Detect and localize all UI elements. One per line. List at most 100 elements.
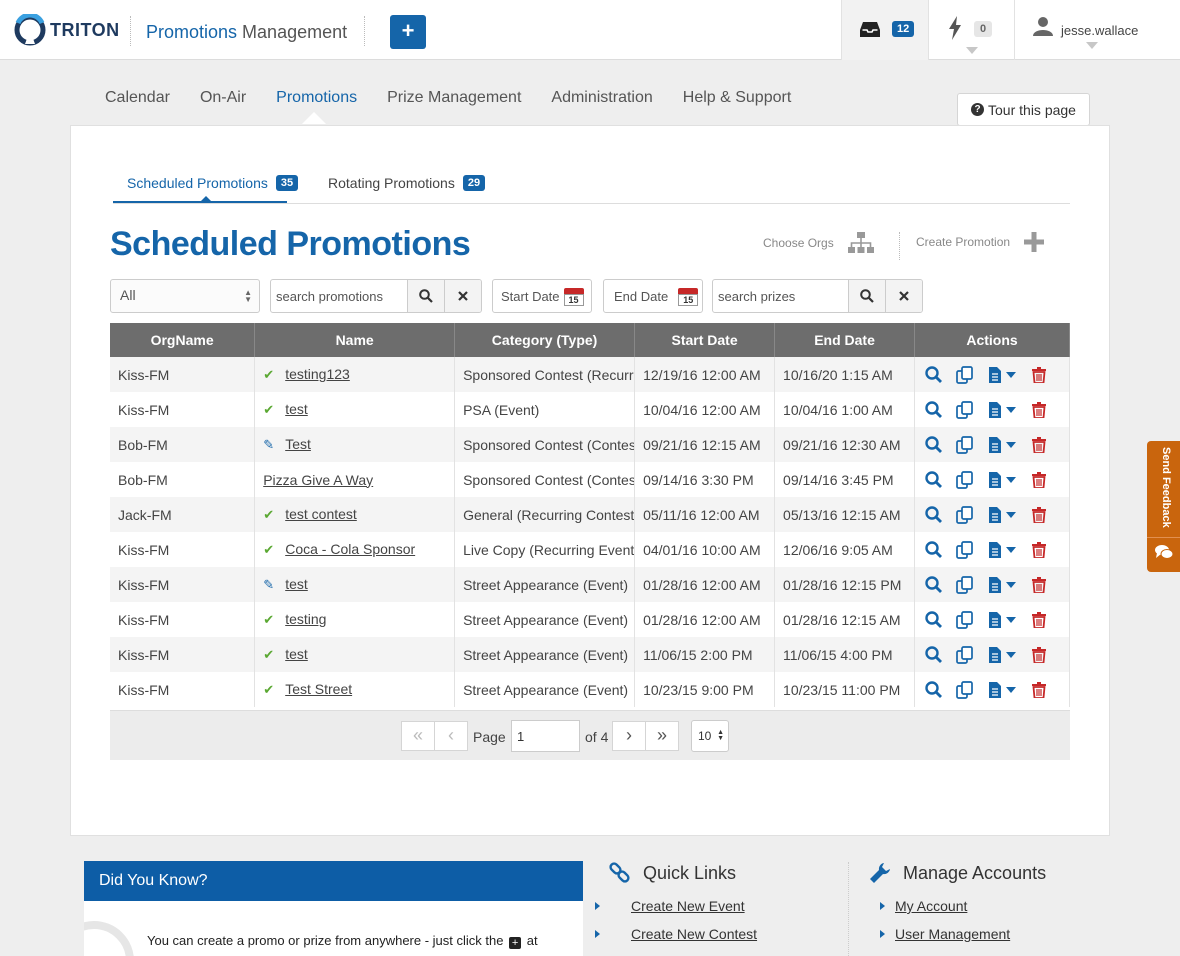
promotion-name-link[interactable]: Pizza Give A Way bbox=[263, 472, 373, 488]
document-menu-icon[interactable] bbox=[988, 681, 1018, 698]
search-prizes-button[interactable] bbox=[848, 280, 885, 312]
next-page-button[interactable]: › bbox=[612, 721, 646, 751]
copy-icon[interactable] bbox=[956, 575, 974, 594]
user-management-link[interactable]: User Management bbox=[895, 926, 1010, 942]
view-icon[interactable] bbox=[925, 576, 943, 593]
document-menu-icon[interactable] bbox=[988, 471, 1018, 488]
copy-icon[interactable] bbox=[956, 505, 974, 524]
column-header-end-date[interactable]: End Date bbox=[774, 323, 916, 357]
promotion-name-link[interactable]: Test bbox=[285, 436, 311, 452]
view-icon[interactable] bbox=[925, 436, 943, 453]
nav-help-support[interactable]: Help & Support bbox=[683, 89, 792, 107]
trash-icon[interactable] bbox=[1032, 366, 1047, 383]
bottom-divider bbox=[848, 862, 849, 956]
trash-icon[interactable] bbox=[1032, 681, 1047, 698]
calendar-icon[interactable]: 15 bbox=[563, 286, 584, 306]
active-tab-underline bbox=[113, 201, 287, 203]
promotion-name-link[interactable]: testing123 bbox=[285, 366, 350, 382]
page-size-select[interactable]: 10 ▲ ▼ bbox=[691, 720, 729, 752]
document-menu-icon[interactable] bbox=[988, 436, 1018, 453]
send-feedback-tab[interactable]: Send Feedback bbox=[1147, 441, 1180, 572]
clear-prizes-button[interactable] bbox=[885, 280, 922, 312]
view-icon[interactable] bbox=[925, 541, 943, 558]
tab-scheduled-promotions[interactable]: Scheduled Promotions 35 bbox=[127, 175, 299, 191]
nav-on-air[interactable]: On-Air bbox=[200, 89, 246, 107]
cell-org: Kiss-FM bbox=[110, 392, 256, 427]
document-menu-icon[interactable] bbox=[988, 576, 1018, 593]
tab-rotating-promotions[interactable]: Rotating Promotions 29 bbox=[328, 175, 486, 191]
start-date-field[interactable]: Start Date 15 bbox=[492, 279, 592, 313]
clear-promotions-button[interactable] bbox=[444, 280, 481, 312]
view-icon[interactable] bbox=[925, 401, 943, 418]
trash-icon[interactable] bbox=[1032, 436, 1047, 453]
last-page-button[interactable]: » bbox=[645, 721, 679, 751]
inbox-menu[interactable]: 12 bbox=[841, 0, 928, 60]
copy-icon[interactable] bbox=[956, 470, 974, 489]
column-header-orgname[interactable]: OrgName bbox=[110, 323, 256, 357]
trash-icon[interactable] bbox=[1032, 576, 1047, 593]
promotion-name-link[interactable]: test bbox=[285, 576, 308, 592]
promotion-name-link[interactable]: Coca - Cola Sponsor bbox=[285, 541, 415, 557]
create-new-contest-link[interactable]: Create New Contest bbox=[631, 926, 757, 942]
copy-icon[interactable] bbox=[956, 540, 974, 559]
my-account-link[interactable]: My Account bbox=[895, 898, 967, 914]
alerts-menu[interactable]: 0 bbox=[928, 0, 1014, 60]
promotion-name-link[interactable]: Test Street bbox=[285, 681, 352, 697]
trash-icon[interactable] bbox=[1032, 646, 1047, 663]
end-date-field[interactable]: End Date 15 bbox=[603, 279, 703, 313]
document-menu-icon[interactable] bbox=[988, 646, 1018, 663]
calendar-icon[interactable]: 15 bbox=[678, 286, 699, 306]
nav-promotions[interactable]: Promotions bbox=[276, 89, 357, 107]
promotion-name-link[interactable]: test bbox=[285, 401, 308, 417]
column-header-category[interactable]: Category (Type) bbox=[454, 323, 636, 357]
column-header-name[interactable]: Name bbox=[254, 323, 456, 357]
view-icon[interactable] bbox=[925, 366, 943, 383]
trash-icon[interactable] bbox=[1032, 506, 1047, 523]
cell-actions bbox=[914, 462, 1070, 497]
search-prizes-input[interactable]: search prizes bbox=[713, 280, 848, 312]
column-header-start-date[interactable]: Start Date bbox=[634, 323, 776, 357]
nav-calendar[interactable]: Calendar bbox=[105, 89, 170, 107]
promotion-name-link[interactable]: test bbox=[285, 646, 308, 662]
trash-icon[interactable] bbox=[1032, 611, 1047, 628]
document-menu-icon[interactable] bbox=[988, 611, 1018, 628]
first-page-button[interactable]: « bbox=[401, 721, 435, 751]
user-menu[interactable]: jesse.wallace bbox=[1014, 0, 1180, 60]
cell-category: Street Appearance (Event) bbox=[454, 637, 636, 672]
previous-page-button[interactable]: ‹ bbox=[434, 721, 468, 751]
copy-icon[interactable] bbox=[956, 435, 974, 454]
create-promotion-button[interactable]: Create Promotion bbox=[916, 232, 1045, 252]
triton-logo[interactable]: TRITON bbox=[14, 14, 120, 46]
view-icon[interactable] bbox=[925, 646, 943, 663]
quick-add-button[interactable]: + bbox=[390, 15, 426, 49]
page-number-input[interactable]: 1 bbox=[511, 720, 580, 752]
table-row: Bob-FM ✎ Test Sponsored Contest (Contest) 09… bbox=[110, 427, 1070, 462]
document-menu-icon[interactable] bbox=[988, 506, 1018, 523]
create-new-event-link[interactable]: Create New Event bbox=[631, 898, 745, 914]
document-menu-icon[interactable] bbox=[988, 366, 1018, 383]
view-icon[interactable] bbox=[925, 471, 943, 488]
nav-prize-management[interactable]: Prize Management bbox=[387, 89, 521, 107]
tour-page-button[interactable]: ? Tour this page bbox=[957, 93, 1090, 126]
view-icon[interactable] bbox=[925, 611, 943, 628]
promotion-name-link[interactable]: test contest bbox=[285, 506, 357, 522]
trash-icon[interactable] bbox=[1032, 541, 1047, 558]
trash-icon[interactable] bbox=[1032, 471, 1047, 488]
copy-icon[interactable] bbox=[956, 400, 974, 419]
document-menu-icon[interactable] bbox=[988, 401, 1018, 418]
search-promotions-input[interactable]: search promotions bbox=[271, 280, 407, 312]
document-menu-icon[interactable] bbox=[988, 541, 1018, 558]
search-promotions-button[interactable] bbox=[407, 280, 444, 312]
nav-administration[interactable]: Administration bbox=[551, 89, 652, 107]
copy-icon[interactable] bbox=[956, 610, 974, 629]
copy-icon[interactable] bbox=[956, 365, 974, 384]
copy-icon[interactable] bbox=[956, 680, 974, 699]
view-icon[interactable] bbox=[925, 681, 943, 698]
org-filter-select[interactable]: All ▲ ▼ bbox=[110, 279, 260, 313]
promotion-name-link[interactable]: testing bbox=[285, 611, 326, 627]
cell-end-date: 10/23/15 11:00 PM bbox=[774, 672, 916, 707]
choose-orgs-button[interactable]: Choose Orgs bbox=[763, 232, 874, 254]
trash-icon[interactable] bbox=[1032, 401, 1047, 418]
view-icon[interactable] bbox=[925, 506, 943, 523]
copy-icon[interactable] bbox=[956, 645, 974, 664]
